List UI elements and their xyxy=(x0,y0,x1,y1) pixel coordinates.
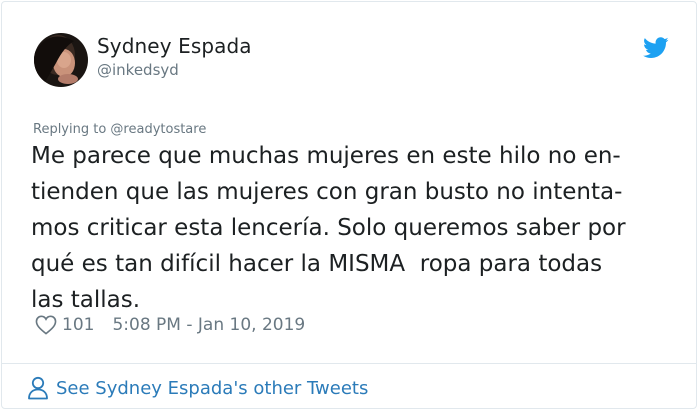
tweet-line: Me parece que muchas mujeres en este hil… xyxy=(31,143,621,169)
tweet-line: las tallas. xyxy=(31,287,141,313)
timestamp[interactable]: 5:08 PM - Jan 10, 2019 xyxy=(112,315,305,335)
author-name[interactable]: Sydney Espada xyxy=(97,34,252,58)
see-other-tweets-label: See Sydney Espada's other Tweets xyxy=(56,377,369,399)
person-outline-icon xyxy=(28,376,48,400)
tweet-card: Sydney Espada @inkedsyd Replying to @rea… xyxy=(1,1,697,409)
tweet-line: tienden que las mujeres con gran busto n… xyxy=(31,179,623,205)
avatar[interactable] xyxy=(34,33,88,87)
avatar-photo-icon xyxy=(34,33,88,87)
twitter-bird-icon[interactable] xyxy=(643,37,669,59)
reply-context[interactable]: Replying to @readytostare xyxy=(33,122,206,137)
tweet-meta: 101 5:08 PM - Jan 10, 2019 xyxy=(35,314,305,336)
heart-outline-icon[interactable] xyxy=(35,315,57,335)
like-count[interactable]: 101 xyxy=(62,315,94,335)
tweet-line: qué es tan difícil hacer la MISMA ropa p… xyxy=(31,251,603,277)
see-other-tweets-link[interactable]: See Sydney Espada's other Tweets xyxy=(27,375,368,401)
tweet-text: Me parece que muchas mujeres en este hil… xyxy=(31,138,671,318)
tweet-line: mos criticar esta lencería. Solo queremo… xyxy=(31,215,626,241)
author-handle[interactable]: @inkedsyd xyxy=(97,61,179,79)
divider xyxy=(2,363,696,364)
